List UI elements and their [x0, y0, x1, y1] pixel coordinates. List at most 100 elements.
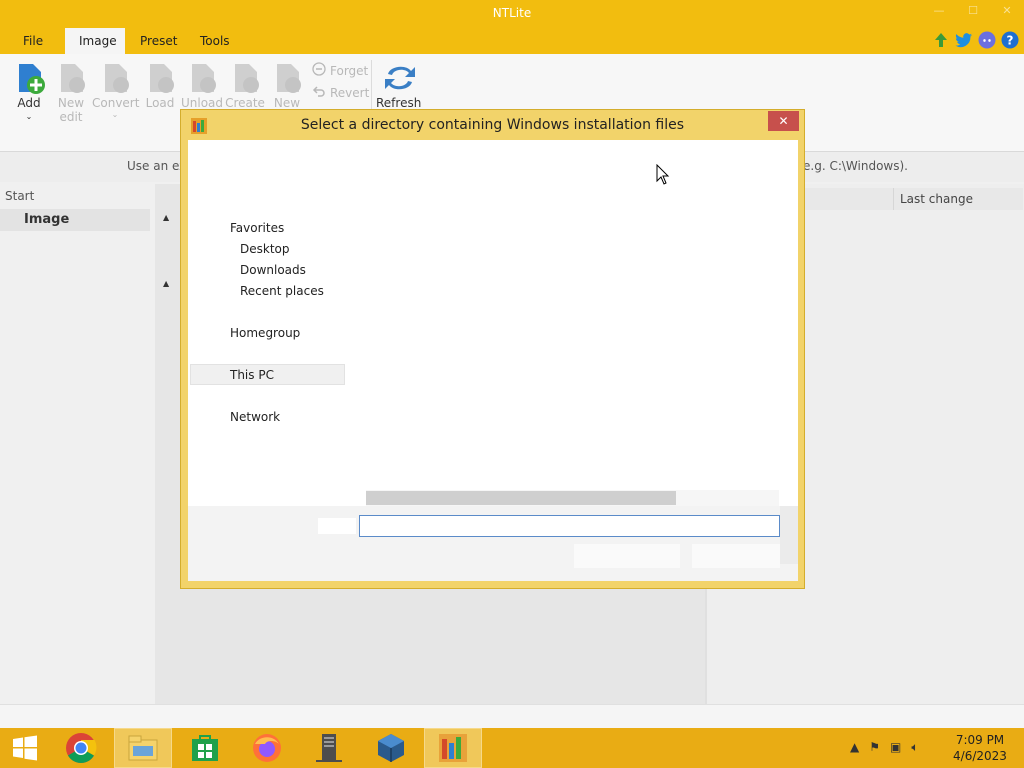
dialog-close-button[interactable]: ✕	[768, 111, 799, 131]
server-icon	[316, 734, 342, 762]
nav-recent-places[interactable]: Recent places	[240, 284, 324, 298]
tab-file[interactable]: File	[9, 28, 57, 54]
load-label: Load	[145, 96, 175, 110]
new-label: New	[273, 96, 301, 110]
action-center-flag-icon[interactable]: ⚑	[869, 740, 880, 755]
discord-icon[interactable]	[977, 30, 997, 50]
folder-path-input[interactable]	[359, 515, 780, 537]
nav-favorites[interactable]: Favorites	[230, 221, 284, 235]
taskbar-ntlite[interactable]	[424, 728, 482, 768]
update-arrow-icon[interactable]	[931, 30, 951, 50]
collapse-arrow-icon[interactable]: ▲	[163, 213, 169, 222]
forget-label: Forget	[330, 63, 369, 78]
start-button[interactable]	[0, 728, 50, 768]
refresh-button[interactable]: Refresh	[376, 60, 422, 110]
revert-button[interactable]: Revert	[312, 84, 369, 101]
convert-icon	[99, 60, 131, 96]
horizontal-scrollbar-thumb[interactable]	[366, 491, 676, 505]
taskbar-file-explorer[interactable]	[114, 728, 172, 768]
ntlite-icon	[439, 734, 467, 762]
network-icon[interactable]: ▣	[890, 740, 901, 755]
tab-tools[interactable]: Tools	[186, 28, 244, 54]
help-icon[interactable]: ?	[1000, 30, 1020, 50]
title-bar: NTLite — ☐ ✕	[0, 0, 1024, 28]
add-dropdown-chevron-icon[interactable]: ⌄	[7, 112, 51, 121]
system-tray: ▲ ⚑ ▣ 🔈︎	[850, 740, 919, 755]
new-edit-icon	[55, 60, 87, 96]
clock-date: 4/6/2023	[953, 749, 1007, 763]
new-button[interactable]: New	[265, 60, 309, 110]
nav-network[interactable]: Network	[230, 410, 280, 424]
refresh-label: Refresh	[376, 96, 422, 110]
minimize-button[interactable]: —	[922, 0, 956, 22]
ribbon-separator	[371, 60, 372, 112]
unload-button[interactable]: Unload	[180, 60, 224, 110]
convert-button[interactable]: Convert ⌄	[92, 60, 140, 119]
create-label: Create	[225, 96, 265, 110]
taskbar-server-manager[interactable]	[300, 728, 358, 768]
add-label: Add	[17, 96, 41, 110]
top-right-icons: ?	[931, 30, 1020, 50]
nav-desktop[interactable]: Desktop	[240, 242, 290, 256]
start-label: Start	[5, 189, 35, 203]
left-pane: Start Image	[0, 184, 155, 704]
ntlite-app-icon	[191, 118, 207, 134]
sidebar-item-image[interactable]: Image	[0, 209, 150, 231]
volume-icon[interactable]: 🔈︎	[911, 740, 918, 755]
revert-undo-icon	[312, 84, 326, 101]
group-row[interactable]: ▲	[155, 210, 183, 232]
taskbar-chrome[interactable]	[52, 728, 110, 768]
revert-label: Revert	[330, 85, 370, 100]
clock-time: 7:09 PM	[955, 733, 1005, 747]
taskbar-clock[interactable]: 7:09 PM 4/6/2023	[950, 732, 1010, 764]
load-icon	[144, 60, 176, 96]
dialog-footer	[188, 506, 798, 581]
taskbar-firefox[interactable]	[238, 728, 296, 768]
info-text-right: e.g. C:\Windows).	[803, 159, 908, 173]
unload-label: Unload	[180, 96, 224, 110]
windows-logo-icon	[13, 735, 37, 761]
taskbar-store[interactable]	[176, 728, 234, 768]
group-row[interactable]: ▲	[155, 276, 183, 298]
new-edit-button[interactable]: New edit	[49, 60, 93, 124]
vertical-scrollbar[interactable]	[780, 506, 798, 564]
nav-homegroup[interactable]: Homegroup	[230, 326, 300, 340]
maximize-button[interactable]: ☐	[956, 0, 990, 22]
unload-icon	[186, 60, 218, 96]
tab-image[interactable]: Image	[65, 28, 125, 54]
svg-text:?: ?	[1007, 34, 1014, 48]
store-icon	[192, 735, 218, 761]
add-icon	[13, 60, 45, 96]
create-button[interactable]: Create	[223, 60, 267, 110]
convert-label: Convert	[92, 96, 140, 110]
nav-this-pc[interactable]: This PC	[230, 368, 274, 382]
refresh-icon	[382, 60, 415, 96]
forget-button[interactable]: Forget	[312, 62, 368, 79]
taskbar: ▲ ⚑ ▣ 🔈︎ 7:09 PM 4/6/2023	[0, 728, 1024, 768]
twitter-icon[interactable]	[954, 30, 974, 50]
forget-circle-minus-icon	[312, 62, 326, 79]
column-header-last-change[interactable]: Last change	[893, 188, 1023, 210]
load-button[interactable]: Load	[138, 60, 182, 110]
mouse-cursor-icon	[656, 163, 670, 189]
add-button[interactable]: Add ⌄	[7, 60, 51, 121]
dialog-body: Favorites Desktop Downloads Recent place…	[188, 140, 798, 581]
convert-dropdown-chevron-icon[interactable]: ⌄	[92, 110, 138, 119]
tray-overflow-chevron-icon[interactable]: ▲	[850, 740, 859, 755]
new-edit-label-1: New	[57, 96, 85, 110]
new-edit-label-2: edit	[59, 110, 83, 124]
tab-preset[interactable]: Preset	[126, 28, 191, 54]
folder-label	[318, 518, 356, 534]
new-icon	[271, 60, 303, 96]
window-controls: — ☐ ✕	[922, 0, 1024, 28]
select-folder-button[interactable]	[574, 544, 680, 568]
taskbar-virtualbox[interactable]	[362, 728, 420, 768]
cancel-button[interactable]	[692, 544, 780, 568]
close-window-button[interactable]: ✕	[990, 0, 1024, 22]
create-icon	[229, 60, 261, 96]
nav-downloads[interactable]: Downloads	[240, 263, 306, 277]
collapse-arrow-icon[interactable]: ▲	[163, 279, 169, 288]
menu-bar: File Image Preset Tools ?	[0, 28, 1024, 54]
folder-icon	[128, 735, 158, 761]
firefox-icon	[253, 734, 281, 762]
